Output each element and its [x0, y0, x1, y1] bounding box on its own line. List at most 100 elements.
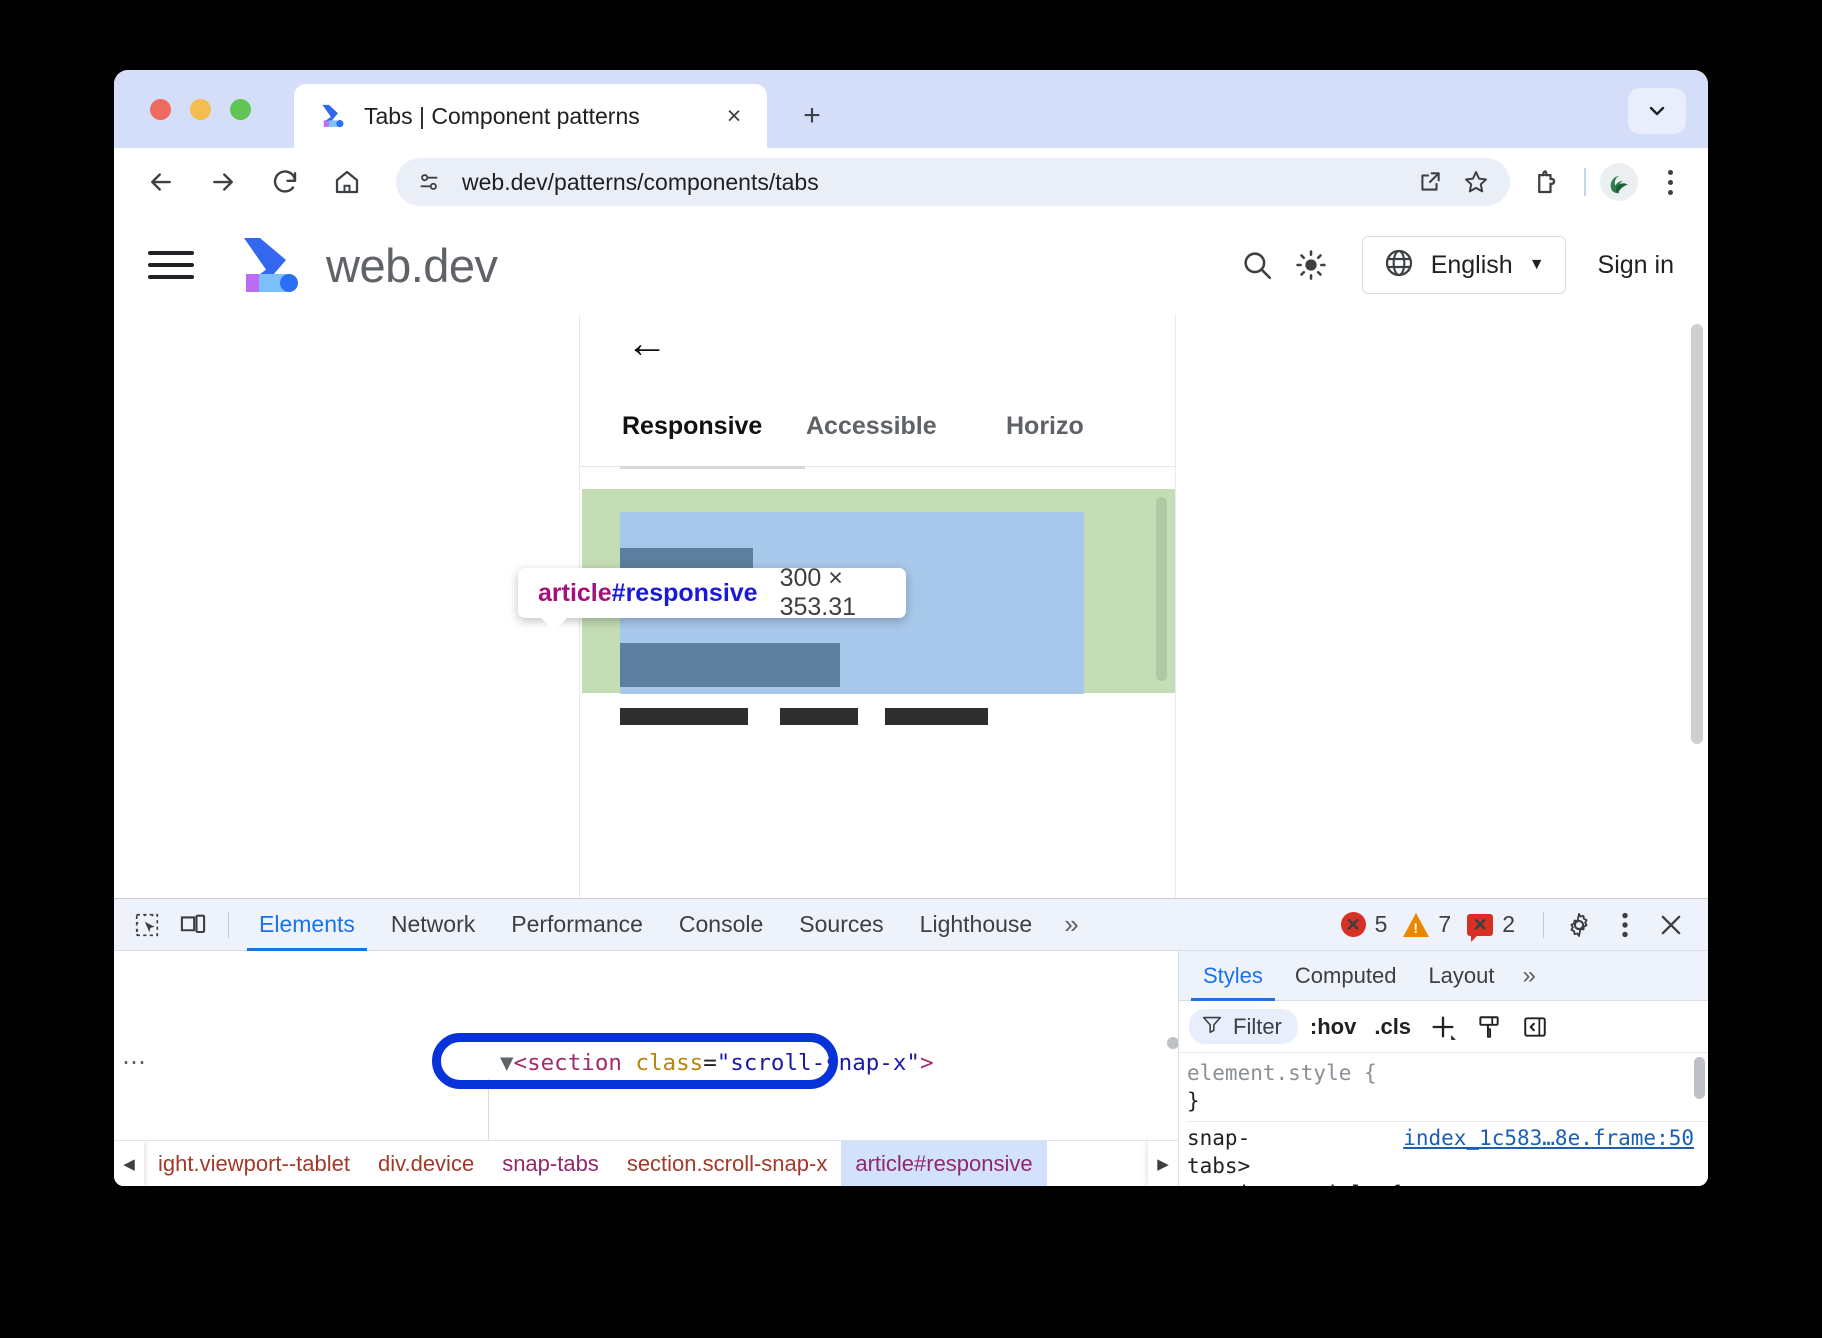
three-dot-icon[interactable]	[1650, 170, 1690, 195]
language-label: English	[1431, 251, 1513, 280]
gear-icon[interactable]	[1556, 904, 1602, 946]
page-scrollbar[interactable]	[1691, 324, 1703, 744]
issue-counter[interactable]: × 2	[1467, 911, 1515, 938]
close-icon[interactable]	[1648, 904, 1694, 946]
dark-pill	[885, 708, 988, 725]
chevron-down-icon: ▼	[1529, 256, 1545, 274]
rule-selector: element.style {	[1187, 1059, 1708, 1087]
funnel-icon	[1201, 1013, 1223, 1040]
rule-source-link[interactable]: index_1c583…8e.frame:50	[1403, 1124, 1694, 1152]
styles-pane: Styles Computed Layout » Filter :hov .cl…	[1179, 951, 1708, 1186]
pane-splitter-handle[interactable]	[1167, 1037, 1179, 1049]
back-button[interactable]	[138, 159, 184, 205]
demo-tab-horizontal[interactable]: Horizo	[1006, 404, 1084, 449]
browser-tab[interactable]: Tabs | Component patterns ×	[294, 84, 767, 148]
home-button[interactable]	[324, 159, 370, 205]
search-input[interactable]: Filter	[1189, 1009, 1298, 1044]
breadcrumb-item-section[interactable]: section.scroll-snap-x	[613, 1141, 842, 1187]
tab-sources[interactable]: Sources	[781, 899, 901, 951]
add-rule-button[interactable]	[1423, 1007, 1463, 1047]
avatar[interactable]	[1600, 163, 1638, 201]
address-bar[interactable]: web.dev/patterns/components/tabs	[396, 158, 1510, 206]
paintbrush-icon[interactable]	[1469, 1007, 1509, 1047]
dom-tree-pane[interactable]: ▼<section class="scroll-snap-x"> grid sc…	[114, 951, 1179, 1186]
hover-state-button[interactable]: :hov	[1304, 1014, 1362, 1040]
three-dot-icon[interactable]	[1602, 904, 1648, 946]
tab-lighthouse[interactable]: Lighthouse	[902, 899, 1051, 951]
dom-line-section[interactable]: ▼<section class="scroll-snap-x">	[114, 1048, 1178, 1079]
sun-icon[interactable]	[1284, 238, 1338, 292]
chevron-down-icon[interactable]	[1628, 88, 1686, 134]
breadcrumb-scroll-right[interactable]: ▶	[1148, 1141, 1178, 1187]
close-window-button[interactable]	[150, 99, 171, 120]
tooltip-tagname: article	[538, 579, 612, 608]
new-tab-button[interactable]: +	[792, 96, 832, 136]
tab-computed[interactable]: Computed	[1279, 951, 1413, 1001]
reload-button[interactable]	[262, 159, 308, 205]
demo-tab-responsive[interactable]: Responsive	[622, 404, 806, 449]
demo-scrollbar[interactable]	[1156, 497, 1167, 681]
webdev-logo-icon	[316, 101, 347, 132]
close-icon[interactable]: ×	[717, 99, 751, 133]
styles-tab-bar: Styles Computed Layout »	[1179, 951, 1708, 1001]
site-settings-icon[interactable]	[414, 167, 444, 197]
rule-snap-tabs-article[interactable]: index_1c583…8e.frame:50 snap- tabs> sect…	[1187, 1122, 1708, 1186]
styles-rules-list[interactable]: element.style { } index_1c583…8e.frame:5…	[1179, 1053, 1708, 1186]
puzzle-icon[interactable]	[1526, 167, 1570, 197]
breadcrumb-item-snap-tabs[interactable]: snap-tabs	[488, 1141, 613, 1187]
breadcrumb-item-viewport[interactable]: ight.viewport--tablet	[144, 1141, 364, 1187]
class-toggle-button[interactable]: .cls	[1368, 1014, 1417, 1040]
warning-counter[interactable]: 7	[1403, 911, 1451, 938]
inspect-icon[interactable]	[124, 904, 170, 946]
breadcrumb-scroll-left[interactable]: ◀	[114, 1141, 144, 1187]
rule-element-style[interactable]: element.style { }	[1187, 1057, 1708, 1122]
url-text[interactable]: web.dev/patterns/components/tabs	[462, 169, 1404, 196]
error-count: 5	[1375, 911, 1388, 938]
inspector-tooltip: article#responsive 300 × 353.31	[518, 568, 906, 618]
breadcrumb-item-article[interactable]: article#responsive	[841, 1141, 1046, 1187]
styles-scrollbar[interactable]	[1694, 1057, 1705, 1099]
tab-elements[interactable]: Elements	[241, 899, 373, 951]
more-panels-button[interactable]: »	[1050, 899, 1092, 951]
warning-count: 7	[1438, 911, 1451, 938]
tab-console[interactable]: Console	[661, 899, 781, 951]
tab-styles[interactable]: Styles	[1187, 951, 1279, 1001]
device-toolbar-icon[interactable]	[170, 904, 216, 946]
tab-layout[interactable]: Layout	[1412, 951, 1510, 1001]
back-arrow-icon[interactable]: ←	[626, 322, 668, 364]
tab-performance[interactable]: Performance	[493, 899, 661, 951]
expand-triangle-icon[interactable]: ▼	[500, 1050, 514, 1076]
tooltip-size: 300 × 353.31	[780, 564, 886, 622]
skeleton-bar	[620, 643, 840, 687]
page-viewport: web.dev English ▼ Si	[114, 216, 1708, 906]
error-counter[interactable]: × 5	[1341, 911, 1388, 938]
forward-button[interactable]	[200, 159, 246, 205]
tab-network[interactable]: Network	[373, 899, 493, 951]
filter-placeholder: Filter	[1233, 1014, 1282, 1040]
rule-selector-line3: section>article {	[1187, 1180, 1708, 1186]
minimize-window-button[interactable]	[190, 99, 211, 120]
star-icon[interactable]	[1456, 162, 1496, 202]
error-icon: ×	[1341, 912, 1366, 937]
maximize-window-button[interactable]	[230, 99, 251, 120]
search-icon[interactable]	[1230, 238, 1284, 292]
toolbar-divider	[1584, 168, 1586, 196]
demo-tab-accessible[interactable]: Accessible	[806, 404, 1006, 449]
sign-in-link[interactable]: Sign in	[1598, 251, 1674, 280]
dom-tagname: section	[527, 1050, 622, 1076]
devtools-toolbar: Elements Network Performance Console Sou…	[114, 899, 1708, 951]
globe-icon	[1383, 247, 1415, 284]
share-icon[interactable]	[1410, 162, 1450, 202]
more-styles-tabs-button[interactable]: »	[1511, 951, 1548, 1001]
site-header: web.dev English ▼ Si	[114, 216, 1708, 314]
dom-attrname: class	[635, 1050, 703, 1076]
dark-pill	[780, 708, 858, 725]
issue-icon: ×	[1467, 914, 1493, 936]
language-selector[interactable]: English ▼	[1362, 236, 1566, 294]
breadcrumb-item-device[interactable]: div.device	[364, 1141, 488, 1187]
site-logo[interactable]: web.dev	[234, 236, 498, 294]
dom-overflow-ellipsis[interactable]: ⋯	[122, 1048, 148, 1077]
dark-pill	[620, 708, 748, 725]
toggle-sidebar-icon[interactable]	[1515, 1007, 1555, 1047]
hamburger-icon[interactable]	[148, 242, 194, 288]
